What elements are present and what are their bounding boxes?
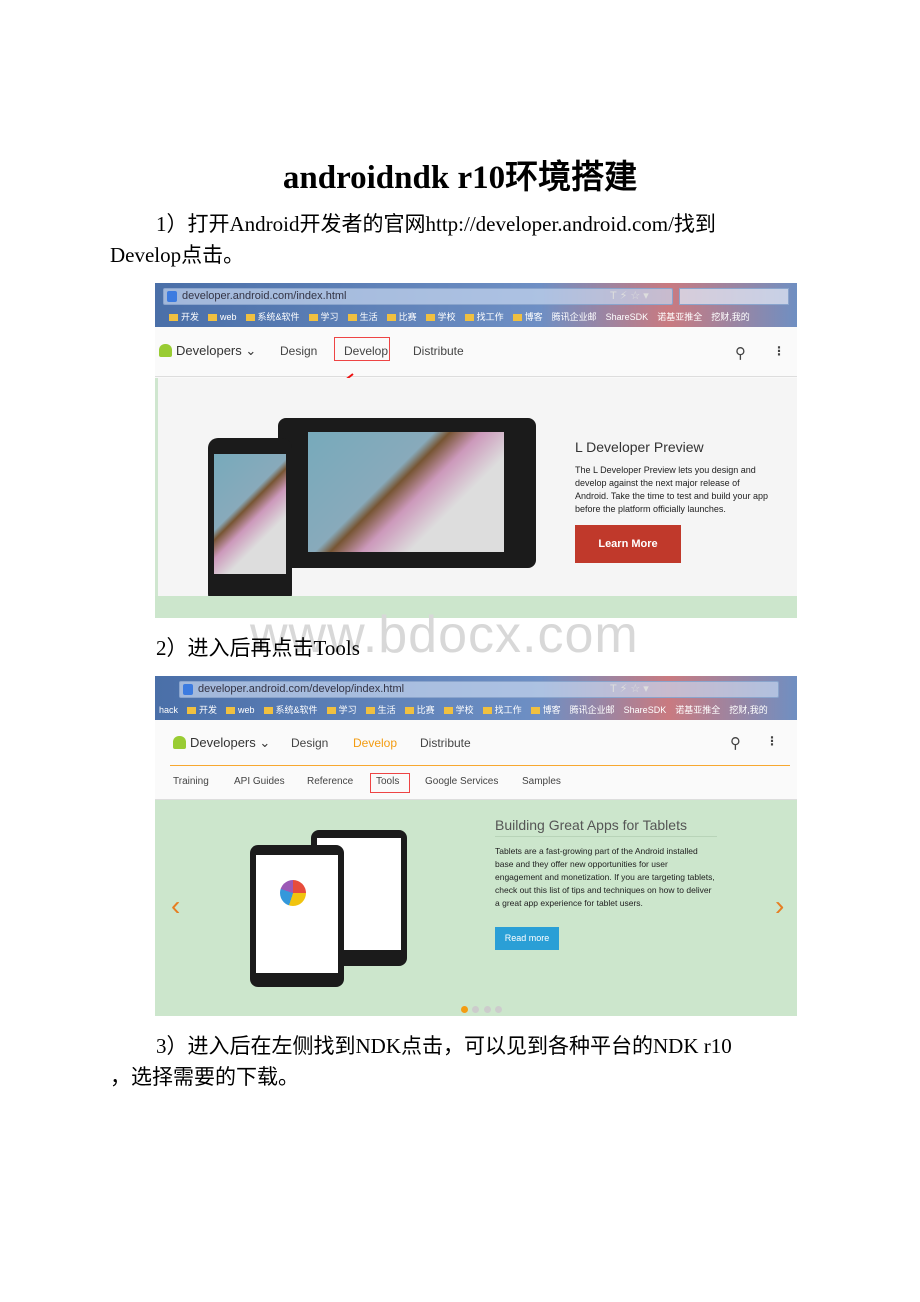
site-nav: Developers ⌄ Design Develop Distribute ⚲… [155,720,797,800]
step3-line1: 3）进入后在左侧找到NDK点击，可以见到各种平台的NDK r10 [156,1034,732,1058]
bookmark[interactable]: 开发 [169,312,199,322]
url-text: developer.android.com/develop/index.html [198,683,405,695]
bookmark[interactable]: 腾讯企业邮 [570,705,615,715]
more-menu-icon[interactable]: ⋮ [766,734,778,748]
subnav-training[interactable]: Training [173,776,209,787]
more-menu-icon[interactable]: ⋮ [773,344,785,358]
bookmark[interactable]: hack [159,705,178,715]
site-nav: Developers ⌄ Design Develop Distribute ⚲… [155,327,797,377]
nav-divider [170,765,790,766]
extension-icons: T ⚡ ☆ ▾ [610,290,649,302]
phone-image [208,438,292,604]
bookmark[interactable]: 学校 [426,312,456,322]
bookmark[interactable]: 博客 [513,312,543,322]
highlight-box [334,337,390,361]
address-bar[interactable]: developer.android.com/develop/index.html [179,681,779,698]
nav-distribute[interactable]: Distribute [420,736,471,750]
dot[interactable] [483,1006,491,1013]
bookmark[interactable]: 比赛 [387,312,417,322]
hero-title: Building Great Apps for Tablets [495,817,717,837]
bookmark[interactable]: 系统&软件 [246,312,300,322]
step2-text: 2）进入后再点击Tools [156,636,360,660]
hero-banner: L Developer Preview The L Developer Prev… [155,378,797,604]
nav-develop[interactable]: Develop [353,736,397,750]
hero-title: L Developer Preview [575,439,704,455]
nav-design[interactable]: Design [280,344,317,358]
subnav-samples[interactable]: Samples [522,776,561,787]
bookmark[interactable]: 挖财,我的 [711,312,750,322]
bookmark[interactable]: 学习 [309,312,339,322]
read-more-button[interactable]: Read more [495,927,559,950]
android-icon [159,344,172,357]
carousel-prev-icon[interactable]: ‹ [171,890,180,922]
bookmark[interactable]: 学校 [444,705,474,715]
nav-design[interactable]: Design [291,736,328,750]
tablet-image [278,418,536,568]
shield-icon [183,684,193,695]
bookmark[interactable]: 生活 [366,705,396,715]
carousel-next-icon[interactable]: › [775,890,784,922]
shield-icon [167,291,177,302]
url-text: developer.android.com/index.html [182,290,347,302]
bookmark[interactable]: 系统&软件 [264,705,318,715]
subnav-google-services[interactable]: Google Services [425,776,498,787]
bookmark[interactable]: web [208,312,237,322]
bookmark[interactable]: 生活 [348,312,378,322]
browser-chrome: developer.android.com/develop/index.html… [155,676,797,720]
bookmark[interactable]: web [226,705,255,715]
bookmark[interactable]: 博客 [531,705,561,715]
carousel-dots [461,1000,503,1016]
search-icon[interactable]: ⚲ [735,344,746,362]
android-icon [173,736,186,749]
step1-line2: Develop点击。 [110,243,245,267]
bookmarks-bar: 开发 web 系统&软件 学习 生活 比赛 学校 找工作 博客 腾讯企业邮 ShareSDK 诺基亚推… [169,310,759,323]
bookmark[interactable]: 腾讯企业邮 [552,312,597,322]
browser-chrome: developer.android.com/index.html T ⚡ ☆ ▾… [155,283,797,327]
bookmark[interactable]: 诺基亚推全 [675,705,720,715]
subnav-api-guides[interactable]: API Guides [234,776,285,787]
browser-search-box[interactable] [679,288,789,305]
address-bar[interactable]: developer.android.com/index.html [163,288,673,305]
dot-active[interactable] [461,1006,468,1013]
learn-more-button[interactable]: Learn More [575,525,681,563]
bookmarks-bar: hack 开发 web 系统&软件 学习 生活 比赛 学校 找工作 博客 腾讯企业邮 ShareSDK… [159,703,777,716]
bookmark[interactable]: ShareSDK [624,705,667,715]
developers-logo[interactable]: Developers ⌄ [173,735,270,751]
bookmark[interactable]: 学习 [327,705,357,715]
bookmark[interactable]: 找工作 [465,312,504,322]
bookmark[interactable]: 比赛 [405,705,435,715]
subnav-reference[interactable]: Reference [307,776,353,787]
highlight-box [370,773,410,793]
screenshot-develop-page: developer.android.com/develop/index.html… [155,676,797,1016]
tablet-front-image [250,845,344,987]
screenshot-developer-home: developer.android.com/index.html T ⚡ ☆ ▾… [155,283,797,618]
step1-line1: 1）打开Android开发者的官网http://developer.androi… [156,212,716,236]
hero-carousel: ‹ › Building Great Apps for Tablets Tabl… [155,800,797,1016]
bookmark[interactable]: 诺基亚推全 [657,312,702,322]
dot[interactable] [472,1006,480,1013]
nav-distribute[interactable]: Distribute [413,344,464,358]
extension-icons: T ⚡ ☆ ▾ [610,683,649,695]
document-title: androidndk r10环境搭建 [282,160,638,196]
step3-line2: ，选择需要的下载。 [110,1065,299,1089]
bookmark[interactable]: 找工作 [483,705,522,715]
hero-text: Tablets are a fast-growing part of the A… [495,846,715,908]
bookmark[interactable]: 挖财,我的 [729,705,768,715]
bookmark[interactable]: ShareSDK [606,312,649,322]
bookmark[interactable]: 开发 [187,705,217,715]
hero-text: The L Developer Preview lets you design … [575,465,768,514]
search-icon[interactable]: ⚲ [730,734,741,752]
dot[interactable] [495,1006,503,1013]
developers-logo[interactable]: Developers ⌄ [159,343,256,359]
